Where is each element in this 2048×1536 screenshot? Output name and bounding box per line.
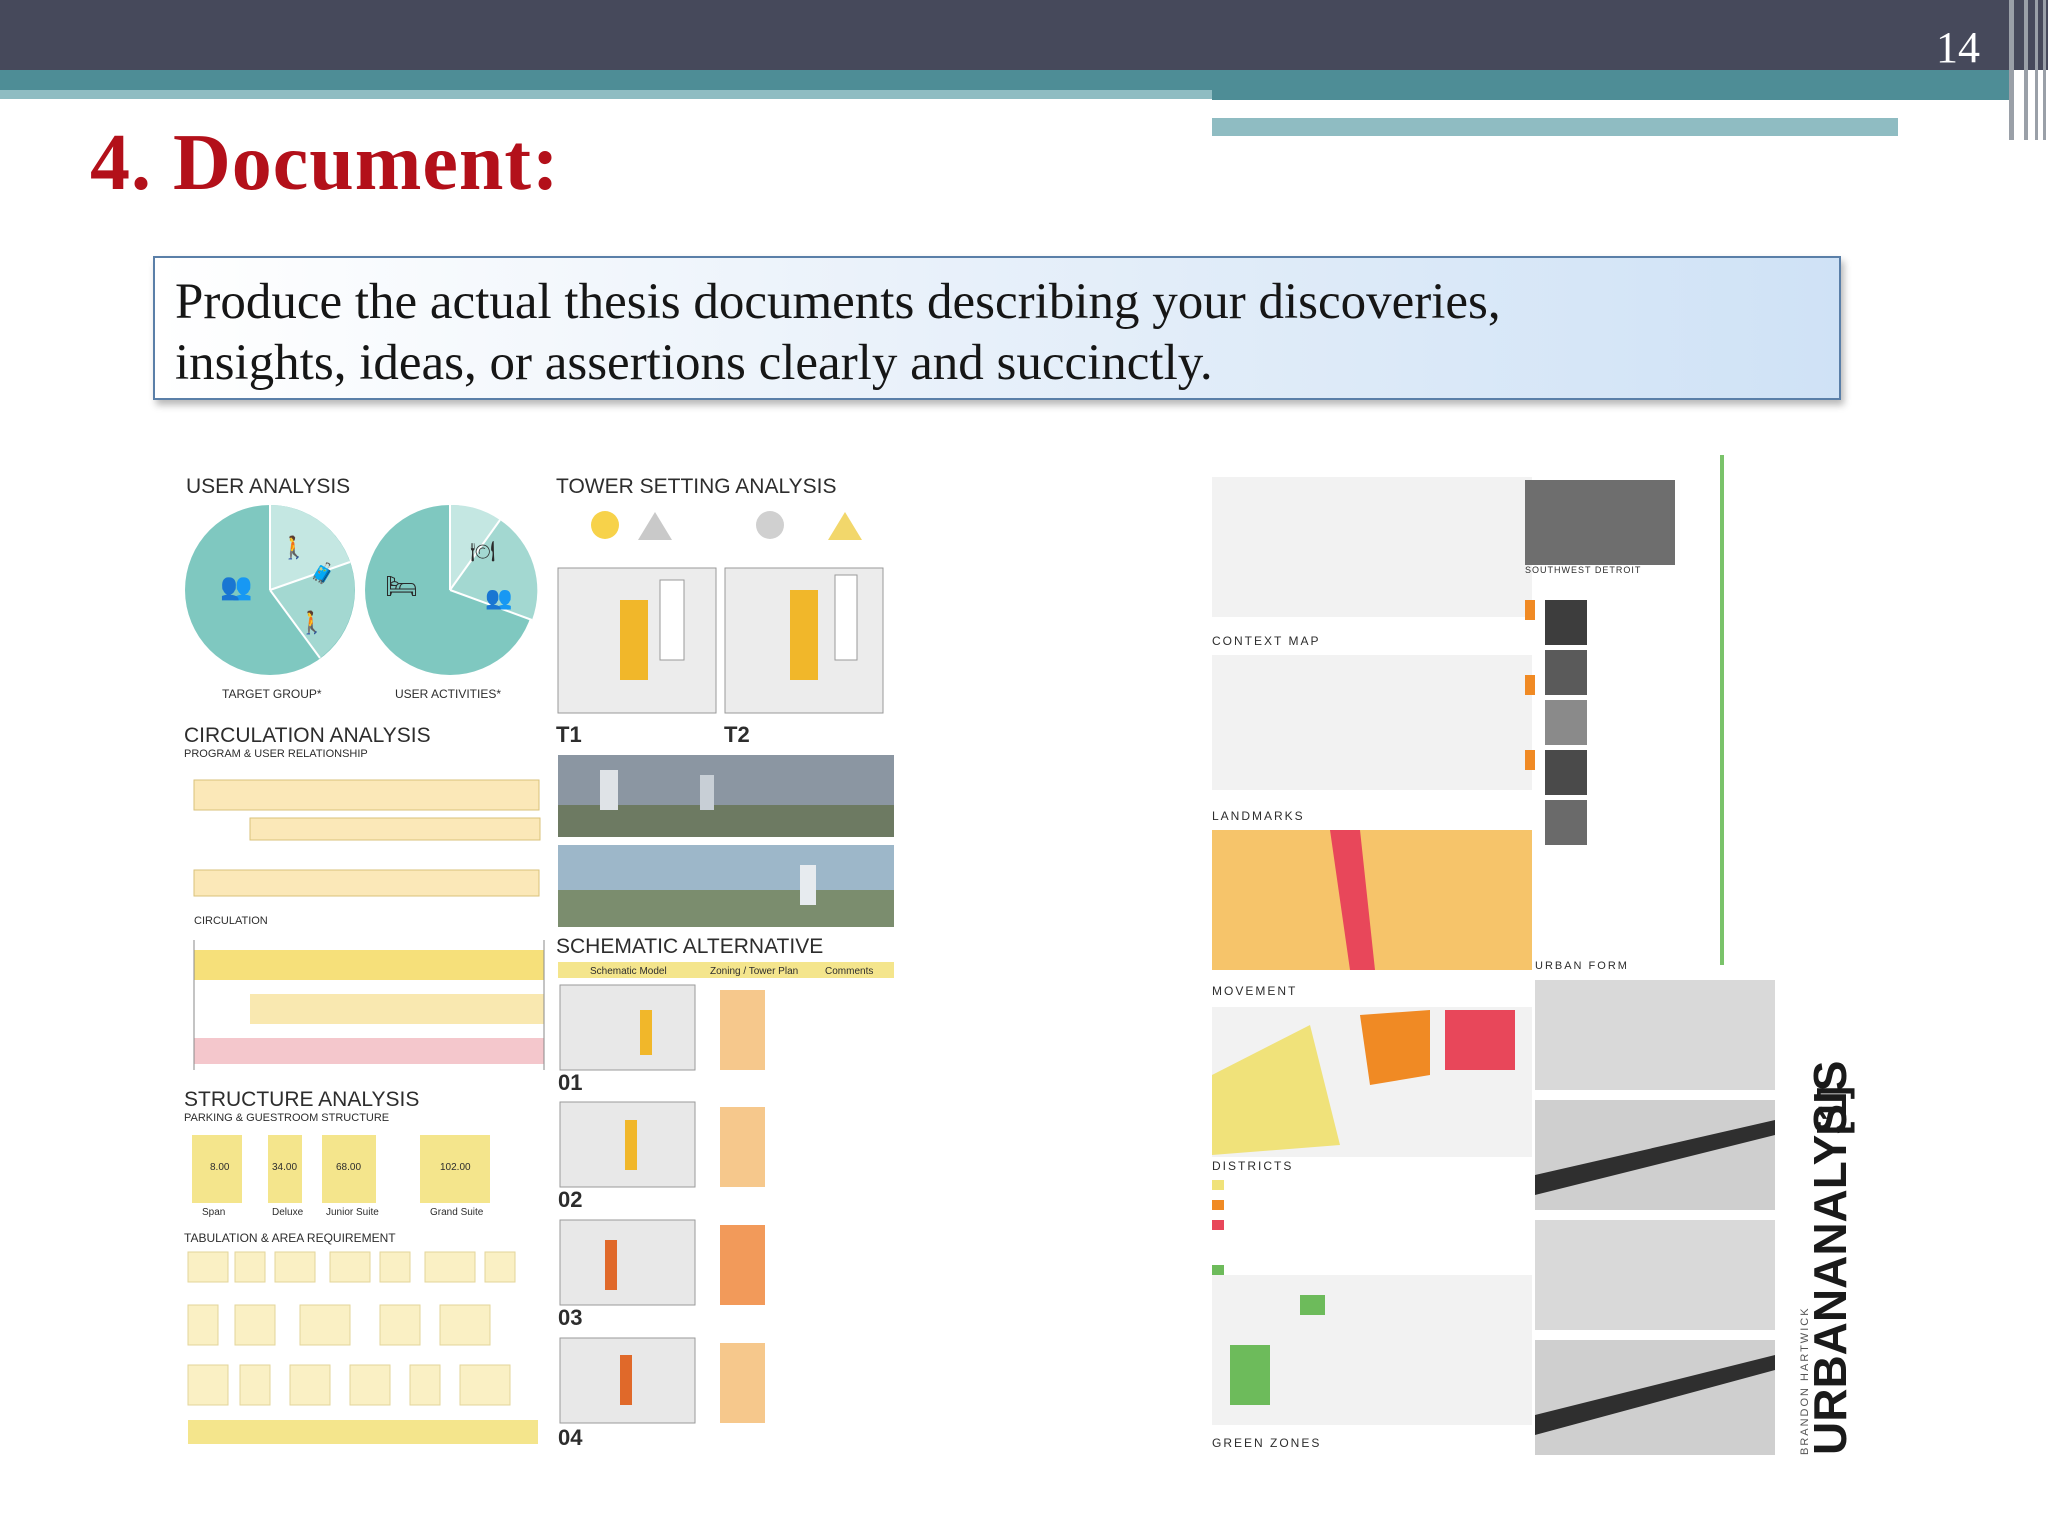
structure-analysis-heading: STRUCTURE ANALYSIS xyxy=(184,1088,419,1111)
svg-text:DISTRICTS: DISTRICTS xyxy=(1212,1159,1293,1173)
svg-text:04: 04 xyxy=(558,1425,583,1450)
green-divider xyxy=(1720,455,1724,965)
tabulation-label: TABULATION & AREA REQUIREMENT xyxy=(184,1231,396,1245)
header-right-gap xyxy=(1212,110,1897,117)
callout-box: Produce the actual thesis documents desc… xyxy=(153,256,1841,400)
svg-text:BRANDON HARTWICK: BRANDON HARTWICK xyxy=(1799,1306,1811,1455)
legend-strip xyxy=(188,1420,538,1444)
header-right-bar-light xyxy=(1212,118,1898,136)
svg-text:T1: T1 xyxy=(556,722,582,747)
svg-text:LANDMARKS: LANDMARKS xyxy=(1212,809,1305,823)
urban-analysis-title: URBANANALYSIS [1] xyxy=(1804,1061,1856,1455)
svg-text:03: 03 xyxy=(558,1305,582,1330)
svg-text:T2: T2 xyxy=(724,722,750,747)
slide-title: 4. Document: xyxy=(90,119,560,207)
edge-decoration xyxy=(1992,0,2048,140)
circulation-analysis-heading: CIRCULATION ANALYSIS xyxy=(184,724,431,747)
svg-text:🛏: 🛏 xyxy=(385,572,418,601)
tower-setting-heading: TOWER SETTING ANALYSIS xyxy=(556,475,836,498)
svg-text:👥: 👥 xyxy=(485,585,512,610)
target-group-pie: 👥 🚶 🧳 🚶 xyxy=(185,505,355,675)
hotel-analysis-poster: USER ANALYSIS 👥 🚶 🧳 🚶 🛏 🍽 👥 TARGET GROUP… xyxy=(180,470,905,1460)
header-bar xyxy=(0,0,2048,70)
svg-text:Comments: Comments xyxy=(825,966,873,977)
page-number: 14 xyxy=(1936,23,1980,72)
svg-text:[1]: [1] xyxy=(1811,1086,1855,1135)
target-group-label: TARGET GROUP* xyxy=(222,687,322,701)
user-activities-label: USER ACTIVITIES* xyxy=(395,687,501,701)
svg-text:MOVEMENT: MOVEMENT xyxy=(1212,984,1297,998)
svg-text:02: 02 xyxy=(558,1187,582,1212)
svg-text:🍽: 🍽 xyxy=(470,541,495,563)
svg-text:8.00: 8.00 xyxy=(210,1162,230,1173)
svg-text:🧳: 🧳 xyxy=(310,561,335,585)
program-relationship-label: PROGRAM & USER RELATIONSHIP xyxy=(184,748,368,760)
header-accent-bar-light xyxy=(0,90,1212,99)
svg-text:🚶: 🚶 xyxy=(298,610,325,635)
svg-text:Span: Span xyxy=(202,1207,225,1218)
callout-line-1: Produce the actual thesis documents desc… xyxy=(175,274,1501,330)
svg-text:102.00: 102.00 xyxy=(440,1162,471,1173)
svg-text:Zoning / Tower Plan: Zoning / Tower Plan xyxy=(710,966,798,977)
svg-text:CONTEXT MAP: CONTEXT MAP xyxy=(1212,634,1320,648)
svg-text:01: 01 xyxy=(558,1070,582,1095)
svg-text:🚶: 🚶 xyxy=(280,535,307,560)
callout-line-2: insights, ideas, or assertions clearly a… xyxy=(175,335,1213,391)
schematic-heading: SCHEMATIC ALTERNATIVE xyxy=(556,935,823,958)
svg-text:Junior Suite: Junior Suite xyxy=(326,1207,379,1218)
svg-text:URBAN FORM: URBAN FORM xyxy=(1535,960,1629,972)
svg-text:Schematic Model: Schematic Model xyxy=(590,966,667,977)
svg-text:GREEN ZONES: GREEN ZONES xyxy=(1212,1436,1321,1450)
header-accent-bar xyxy=(0,70,1212,90)
header-right-bar xyxy=(1212,70,2012,100)
svg-text:34.00: 34.00 xyxy=(272,1162,297,1173)
urban-analysis-poster: CONTEXT MAP LANDMARKS MOVEMENT DISTRICTS… xyxy=(1200,455,1880,1460)
svg-text:68.00: 68.00 xyxy=(336,1162,361,1173)
svg-text:Grand Suite: Grand Suite xyxy=(430,1207,484,1218)
user-analysis-heading: USER ANALYSIS xyxy=(186,475,350,498)
circulation-label: CIRCULATION xyxy=(194,915,268,927)
svg-text:Deluxe: Deluxe xyxy=(272,1207,304,1218)
svg-text:👥: 👥 xyxy=(220,572,252,601)
svg-text:SOUTHWEST DETROIT: SOUTHWEST DETROIT xyxy=(1525,565,1641,575)
parking-structure-label: PARKING & GUESTROOM STRUCTURE xyxy=(184,1112,389,1124)
